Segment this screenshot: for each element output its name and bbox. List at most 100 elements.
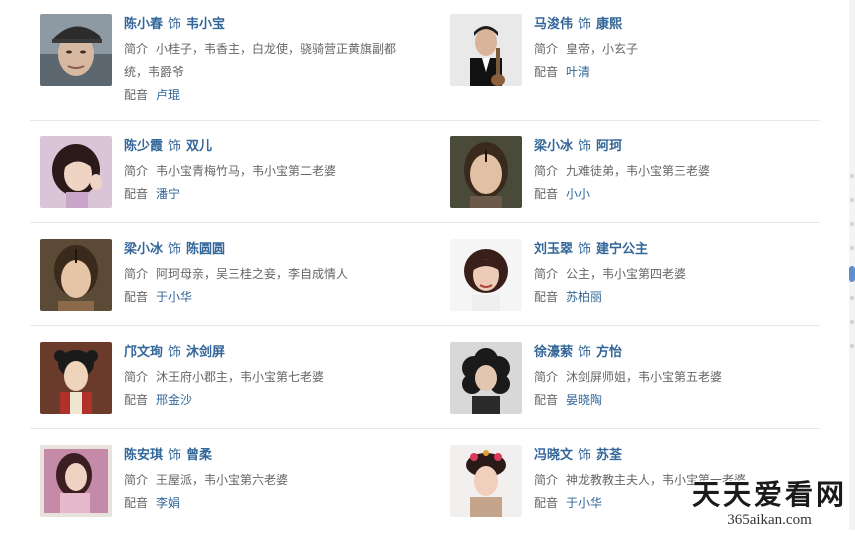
intro-text: 韦小宝青梅竹马，韦小宝第二老婆 — [156, 164, 337, 178]
role-separator: 饰 — [168, 345, 182, 360]
cast-card: 徐濠萦饰方怡 简介 沐剑屏师姐，韦小宝第五老婆 配音 晏晓陶 — [440, 342, 820, 442]
vertical-scrollbar[interactable] — [849, 0, 855, 530]
voice-line: 配音 卢琨 — [124, 84, 180, 107]
cast-list: 陈小春饰韦小宝 简介 小桂子，韦香主，白龙使，骁骑营正黄旗副都统，韦爵爷 配音 卢琨… — [0, 0, 855, 530]
voice-line: 配音 潘宁 — [124, 183, 180, 206]
voice-actor-link[interactable]: 于小华 — [566, 496, 602, 510]
voice-label: 配音 — [534, 393, 559, 407]
intro-line: 简介 沐剑屏师姐，韦小宝第五老婆 — [534, 366, 819, 389]
intro-text: 阿珂母亲，吴三桂之妾，李自成情人 — [156, 267, 349, 281]
intro-line: 简介 公主，韦小宝第四老婆 — [534, 263, 819, 286]
voice-actor-link[interactable]: 晏晓陶 — [566, 393, 602, 407]
voice-label: 配音 — [534, 496, 559, 510]
role-name-link[interactable]: 双儿 — [186, 139, 212, 154]
voice-actor-link[interactable]: 小小 — [566, 187, 590, 201]
role-separator: 饰 — [578, 448, 592, 463]
actor-photo[interactable] — [40, 239, 112, 311]
row-divider — [30, 325, 820, 326]
voice-actor-link[interactable]: 邢金沙 — [156, 393, 192, 407]
intro-text: 皇帝，小玄子 — [566, 42, 639, 56]
voice-label: 配音 — [124, 290, 149, 304]
voice-label: 配音 — [534, 65, 559, 79]
intro-text: 小桂子，韦香主，白龙使，骁骑营正黄旗副都统，韦爵爷 — [124, 42, 397, 79]
intro-line: 简介 小桂子，韦香主，白龙使，骁骑营正黄旗副都统，韦爵爷 — [124, 38, 409, 84]
intro-label: 简介 — [534, 370, 559, 384]
voice-actor-link[interactable]: 潘宁 — [156, 187, 180, 201]
actor-name-link[interactable]: 陈小春 — [124, 17, 163, 32]
cast-card: 陈安琪饰曾柔 简介 王屋派，韦小宝第六老婆 配音 李娟 — [30, 445, 410, 545]
role-separator: 饰 — [168, 17, 182, 32]
cast-card: 陈小春饰韦小宝 简介 小桂子，韦香主，白龙使，骁骑营正黄旗副都统，韦爵爷 配音 卢琨 — [30, 14, 410, 114]
actor-photo[interactable] — [450, 342, 522, 414]
actor-name-link[interactable]: 梁小冰 — [534, 139, 573, 154]
role-name-link[interactable]: 韦小宝 — [186, 17, 225, 32]
actor-photo[interactable] — [450, 239, 522, 311]
name-line: 冯晓文饰苏荃 — [534, 445, 622, 467]
site-watermark: 天天爱看网 365aikan.com — [692, 478, 847, 528]
actor-name-link[interactable]: 刘玉翠 — [534, 242, 573, 257]
intro-line: 简介 沐王府小郡主，韦小宝第七老婆 — [124, 366, 409, 389]
role-name-link[interactable]: 曾柔 — [186, 448, 212, 463]
role-name-link[interactable]: 康熙 — [596, 17, 622, 32]
intro-label: 简介 — [124, 473, 149, 487]
intro-text: 公主，韦小宝第四老婆 — [566, 267, 687, 281]
actor-name-link[interactable]: 梁小冰 — [124, 242, 163, 257]
role-separator: 饰 — [578, 345, 592, 360]
intro-label: 简介 — [124, 42, 149, 56]
scroll-tick — [850, 198, 854, 202]
actor-name-link[interactable]: 陈少霞 — [124, 139, 163, 154]
role-name-link[interactable]: 沐剑屏 — [186, 345, 225, 360]
voice-label: 配音 — [124, 393, 149, 407]
actor-name-link[interactable]: 徐濠萦 — [534, 345, 573, 360]
actor-name-link[interactable]: 马浚伟 — [534, 17, 573, 32]
name-line: 马浚伟饰康熙 — [534, 14, 622, 36]
cast-card: 邝文珣饰沐剑屏 简介 沐王府小郡主，韦小宝第七老婆 配音 邢金沙 — [30, 342, 410, 442]
voice-line: 配音 于小华 — [534, 492, 602, 515]
voice-actor-link[interactable]: 卢琨 — [156, 88, 180, 102]
voice-line: 配音 李娟 — [124, 492, 180, 515]
voice-actor-link[interactable]: 李娟 — [156, 496, 180, 510]
intro-label: 简介 — [534, 42, 559, 56]
voice-line: 配音 苏柏丽 — [534, 286, 602, 309]
row-divider — [30, 120, 820, 121]
voice-actor-link[interactable]: 于小华 — [156, 290, 192, 304]
actor-photo[interactable] — [450, 445, 522, 517]
intro-line: 简介 九难徒弟，韦小宝第三老婆 — [534, 160, 819, 183]
name-line: 刘玉翠饰建宁公主 — [534, 239, 648, 261]
cast-card: 梁小冰饰阿珂 简介 九难徒弟，韦小宝第三老婆 配音 小小 — [440, 136, 820, 236]
actor-name-link[interactable]: 陈安琪 — [124, 448, 163, 463]
name-line: 徐濠萦饰方怡 — [534, 342, 622, 364]
actor-photo[interactable] — [450, 136, 522, 208]
actor-photo[interactable] — [40, 445, 112, 517]
voice-actor-link[interactable]: 苏柏丽 — [566, 290, 602, 304]
actor-name-link[interactable]: 邝文珣 — [124, 345, 163, 360]
actor-photo[interactable] — [40, 342, 112, 414]
intro-text: 沐王府小郡主，韦小宝第七老婆 — [156, 370, 325, 384]
intro-line: 简介 王屋派，韦小宝第六老婆 — [124, 469, 409, 492]
role-name-link[interactable]: 阿珂 — [596, 139, 622, 154]
role-name-link[interactable]: 方怡 — [596, 345, 622, 360]
role-name-link[interactable]: 建宁公主 — [596, 242, 648, 257]
name-line: 陈小春饰韦小宝 — [124, 14, 225, 36]
voice-line: 配音 邢金沙 — [124, 389, 192, 412]
intro-line: 简介 皇帝，小玄子 — [534, 38, 819, 61]
scroll-tick — [850, 296, 854, 300]
role-separator: 饰 — [578, 139, 592, 154]
role-name-link[interactable]: 苏荃 — [596, 448, 622, 463]
intro-text: 王屋派，韦小宝第六老婆 — [156, 473, 289, 487]
scrollbar-thumb[interactable] — [849, 266, 855, 282]
actor-name-link[interactable]: 冯晓文 — [534, 448, 573, 463]
actor-photo[interactable] — [40, 14, 112, 86]
scroll-tick — [850, 174, 854, 178]
intro-label: 简介 — [124, 370, 149, 384]
name-line: 梁小冰饰陈圆圆 — [124, 239, 225, 261]
intro-text: 沐剑屏师姐，韦小宝第五老婆 — [566, 370, 723, 384]
intro-label: 简介 — [534, 164, 559, 178]
scroll-tick — [850, 222, 854, 226]
actor-photo[interactable] — [40, 136, 112, 208]
role-name-link[interactable]: 陈圆圆 — [186, 242, 225, 257]
voice-actor-link[interactable]: 叶清 — [566, 65, 590, 79]
voice-label: 配音 — [534, 187, 559, 201]
watermark-cn: 天天爱看网 — [691, 478, 847, 511]
actor-photo[interactable] — [450, 14, 522, 86]
